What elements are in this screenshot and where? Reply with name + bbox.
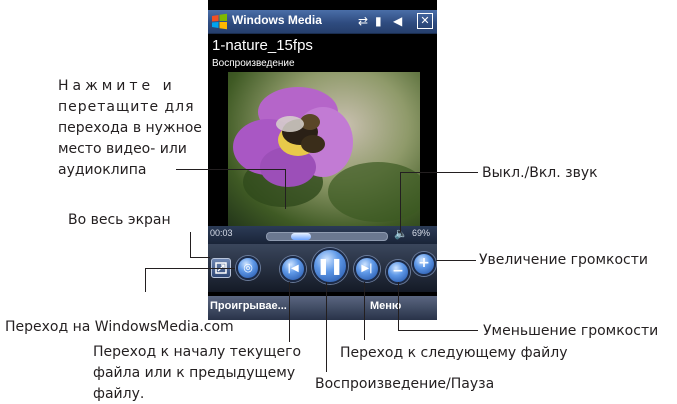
previous-track-icon: |◀ <box>287 263 299 274</box>
next-track-icon: ▶| <box>361 263 373 274</box>
signal-strength-icon[interactable]: ▮ <box>375 13 382 29</box>
leader-line-fullscreen-h <box>190 257 210 258</box>
leader-line-mute-drop <box>400 172 401 232</box>
elapsed-time: 00:03 <box>210 228 233 238</box>
device-screen: Windows Media ⇄ ▮ ◀ ✕ 1-nature_15fps Вос… <box>208 0 437 320</box>
leader-line-seek-drop <box>285 169 286 209</box>
windowsmedia-com-button[interactable]: ◎ <box>236 256 260 280</box>
leader-line-volume-down-drop <box>398 282 399 330</box>
leader-line-windowsmedia <box>145 268 146 292</box>
video-area[interactable] <box>228 72 420 226</box>
title-bar: Windows Media ⇄ ▮ ◀ ✕ <box>208 10 437 34</box>
close-button[interactable]: ✕ <box>417 13 433 29</box>
plus-icon: + <box>418 255 430 271</box>
callout-drag-seek-line3: перехода в нужное <box>58 120 202 136</box>
leader-line-mute <box>400 172 478 173</box>
callout-drag-seek-line1: Нажмите и <box>58 78 176 94</box>
next-button[interactable]: ▶| <box>354 256 380 282</box>
seek-slider[interactable] <box>266 232 388 241</box>
callout-previous-line2: файла или к предыдущему <box>93 365 296 381</box>
pause-icon: ❚❚ <box>316 256 344 275</box>
play-pause-button[interactable]: ❚❚ <box>312 248 348 284</box>
softkey-bar: Проигрывае... Меню <box>208 296 437 320</box>
softkey-menu[interactable]: Меню <box>370 300 401 312</box>
minus-icon: − <box>392 263 404 279</box>
leader-line-volume-down <box>398 330 478 331</box>
connectivity-icon[interactable]: ⇄ <box>358 13 368 29</box>
seek-bar-area: 00:03 🔈 69% <box>208 226 437 244</box>
volume-up-button[interactable]: + <box>412 252 436 276</box>
leader-line-windowsmedia-h <box>145 268 235 269</box>
playback-status: Воспроизведение <box>212 58 295 69</box>
callout-volume-up: Увеличение громкости <box>479 252 648 268</box>
volume-level: 69% <box>412 228 431 238</box>
leader-line-next <box>364 282 365 340</box>
previous-button[interactable]: |◀ <box>280 256 306 282</box>
callout-next: Переход к следующему файлу <box>340 345 568 361</box>
leader-line-play-pause <box>326 282 327 372</box>
volume-down-button[interactable]: − <box>386 260 410 284</box>
softkey-library[interactable]: Проигрывае... <box>210 300 287 312</box>
globe-icon: ◎ <box>243 261 253 274</box>
leader-line-previous <box>289 282 290 342</box>
callout-mute: Выкл./Вкл. звук <box>482 165 598 181</box>
callout-drag-seek-line5: аудиоклипа <box>58 162 147 178</box>
callout-fullscreen: Во весь экран <box>68 212 171 228</box>
leader-line-seek <box>176 169 286 170</box>
leader-line-volume-up <box>436 260 476 261</box>
clip-title: 1-nature_15fps <box>212 37 313 54</box>
seek-thumb[interactable] <box>291 233 311 240</box>
callout-previous-line3: файлу. <box>93 386 145 402</box>
playback-controls: ◎ |◀ ❚❚ ▶| − + <box>208 244 437 292</box>
callout-play-pause: Воспроизведение/Пауза <box>315 376 495 392</box>
callout-drag-seek-line2: перетащите для <box>58 99 195 115</box>
windows-start-icon[interactable] <box>211 13 228 30</box>
leader-line-fullscreen <box>190 232 191 257</box>
video-frame-image <box>233 87 420 222</box>
callout-previous-line1: Переход к началу текущего <box>93 344 302 360</box>
callout-drag-seek-line4: место видео- или <box>58 141 187 157</box>
callout-windowsmedia: Переход на WindowsMedia.com <box>5 319 234 335</box>
speaker-icon[interactable]: ◀ <box>393 13 402 29</box>
callout-volume-down: Уменьшение громкости <box>483 323 659 339</box>
app-title: Windows Media <box>232 13 322 27</box>
